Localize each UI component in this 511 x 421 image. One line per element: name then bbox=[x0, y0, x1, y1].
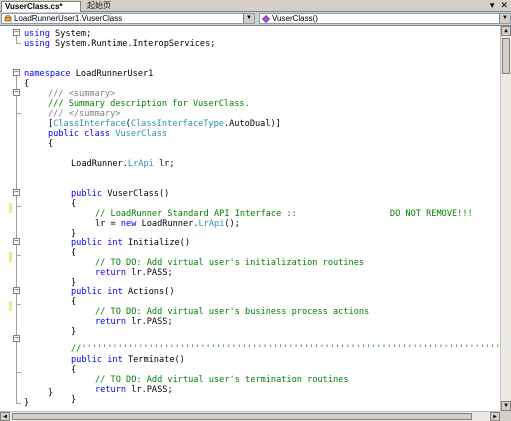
code-line: [ClassInterface(ClassInterfaceType.AutoD… bbox=[48, 119, 281, 129]
fold-toggle[interactable]: − bbox=[13, 89, 20, 96]
vertical-scroll-thumb[interactable] bbox=[502, 38, 510, 74]
code-line: // TO DO: Add virtual user's business pr… bbox=[95, 307, 370, 317]
tab-vuserclass-cs[interactable]: VuserClass.cs* bbox=[1, 1, 81, 12]
class-icon bbox=[3, 14, 12, 23]
change-marker bbox=[9, 203, 12, 213]
code-line: using System; bbox=[24, 29, 92, 39]
code-line: using System.Runtime.InteropServices; bbox=[24, 39, 216, 49]
code-line: { bbox=[48, 139, 54, 149]
code-line: { bbox=[71, 248, 77, 258]
member-combo[interactable]: VuserClass() ▼ bbox=[259, 13, 511, 24]
chevron-down-icon[interactable]: ▼ bbox=[499, 14, 510, 23]
code-line: public int Initialize() bbox=[71, 238, 191, 248]
outline-guide bbox=[16, 36, 17, 43]
scrollbar-corner bbox=[500, 411, 511, 421]
scroll-left-icon[interactable]: ◀ bbox=[0, 412, 10, 421]
method-icon bbox=[261, 14, 270, 23]
code-line: //''''''''''''''''''''''''''''''''''''''… bbox=[71, 344, 500, 354]
code-line: } bbox=[71, 395, 77, 405]
member-combo-value: VuserClass() bbox=[272, 14, 318, 23]
navigation-bar: LoadRunnerUser1.VuserClass ▼ VuserClass(… bbox=[0, 12, 511, 26]
scroll-down-icon[interactable]: ▼ bbox=[501, 401, 511, 411]
code-line: LoadRunner.LrApi lr; bbox=[71, 159, 175, 169]
tab-list-dropdown-icon[interactable]: ▾ bbox=[490, 1, 495, 12]
code-line: // TO DO: Add virtual user's termination… bbox=[95, 375, 349, 385]
code-line: // TO DO: Add virtual user's initializat… bbox=[95, 258, 365, 268]
code-line: public class VuserClass bbox=[48, 129, 168, 139]
code-line: return lr.PASS; bbox=[95, 317, 173, 327]
code-line: return lr.PASS; bbox=[95, 268, 173, 278]
outline-guide-end bbox=[16, 304, 21, 305]
fold-toggle[interactable]: − bbox=[13, 189, 20, 196]
code-line: { bbox=[71, 365, 77, 375]
outline-guide-end bbox=[16, 403, 21, 404]
outline-guide-end bbox=[16, 113, 21, 114]
change-marker bbox=[9, 301, 12, 311]
change-marker bbox=[9, 252, 12, 262]
outline-guide-end bbox=[16, 372, 21, 373]
fold-toggle[interactable]: − bbox=[13, 287, 20, 294]
chevron-down-icon[interactable]: ▼ bbox=[243, 14, 254, 23]
code-line: /// <summary> bbox=[48, 89, 116, 99]
code-line: } bbox=[48, 388, 54, 398]
fold-toggle[interactable]: − bbox=[13, 238, 20, 245]
tab-controls: ▾ ✕ bbox=[490, 0, 508, 12]
code-line: { bbox=[71, 199, 77, 209]
code-line: /// </summary> bbox=[48, 109, 121, 119]
outline-guide-end bbox=[16, 43, 21, 44]
code-line: return lr.PASS; bbox=[95, 385, 173, 395]
code-line: namespace LoadRunnerUser1 bbox=[24, 69, 154, 79]
fold-toggle[interactable]: − bbox=[13, 29, 20, 36]
class-combo[interactable]: LoadRunnerUser1.VuserClass ▼ bbox=[1, 13, 255, 24]
code-line: { bbox=[24, 79, 30, 89]
code-line: lr = new LoadRunner.LrApi(); bbox=[95, 219, 240, 229]
fold-toggle[interactable]: − bbox=[13, 69, 20, 76]
scroll-right-icon[interactable]: ▶ bbox=[490, 412, 500, 421]
outline-guide-end bbox=[16, 255, 21, 256]
code-line: { bbox=[71, 297, 77, 307]
code-line: public int Terminate() bbox=[71, 355, 185, 365]
close-icon[interactable]: ✕ bbox=[500, 1, 508, 12]
fold-toggle[interactable]: − bbox=[13, 335, 20, 342]
horizontal-scrollbar[interactable]: ◀ ▶ bbox=[0, 411, 500, 421]
code-line: } bbox=[24, 398, 30, 408]
outline-guide-end bbox=[16, 206, 21, 207]
tab-start-page[interactable]: 起始页 bbox=[84, 1, 120, 12]
document-tab-strip: VuserClass.cs* 起始页 ▾ ✕ bbox=[0, 0, 511, 12]
class-combo-value: LoadRunnerUser1.VuserClass bbox=[14, 14, 123, 23]
scroll-up-icon[interactable]: ▲ bbox=[501, 26, 511, 36]
vertical-scrollbar[interactable]: ▲ ▼ bbox=[500, 26, 511, 411]
code-line: public VuserClass() bbox=[71, 189, 170, 199]
code-line: /// Summary description for VuserClass. bbox=[48, 99, 250, 109]
code-editor[interactable]: − − − − − − − using System; using System… bbox=[0, 26, 500, 411]
code-line: // LoadRunner Standard API Interface :: … bbox=[95, 209, 473, 219]
code-line: public int Actions() bbox=[71, 287, 175, 297]
code-line: } bbox=[71, 327, 77, 337]
horizontal-scroll-thumb[interactable] bbox=[12, 413, 472, 420]
